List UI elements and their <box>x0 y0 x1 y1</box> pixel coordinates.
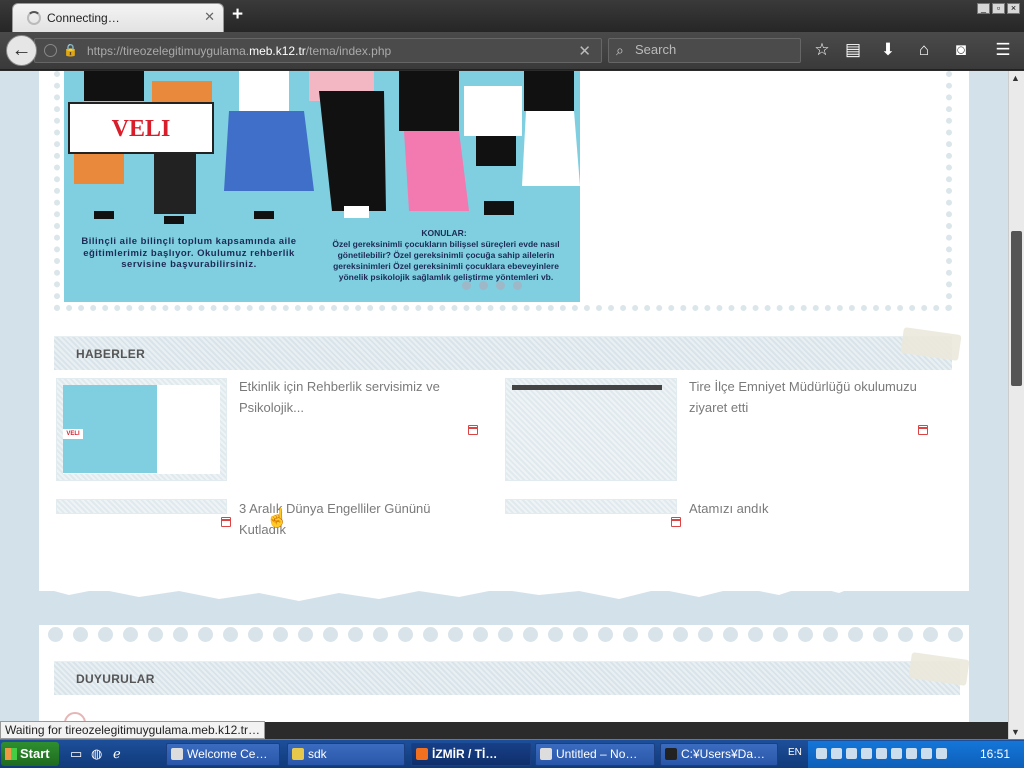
news-title-link[interactable]: Atamızı andık <box>689 498 889 519</box>
news-thumbnail[interactable] <box>505 499 677 514</box>
news-thumbnail[interactable] <box>56 499 227 514</box>
scroll-down-icon[interactable]: ▼ <box>1011 727 1020 737</box>
loading-spinner-icon <box>27 11 41 25</box>
lock-warning-icon[interactable]: 🔒 <box>63 43 78 57</box>
scroll-up-icon[interactable]: ▲ <box>1011 73 1020 83</box>
calendar-icon <box>918 425 928 435</box>
nav-bar: 🔒 https://tireozelegitimuygulama.meb.k12… <box>0 32 1024 70</box>
tray-app-icon[interactable] <box>846 748 857 759</box>
new-tab-button[interactable]: + <box>232 4 243 26</box>
tab-title: Connecting… <box>47 11 120 25</box>
taskbar: Start ▭ ◍ ℯ Welcome Ce… sdk İZMİR / Tİ… … <box>0 739 1024 768</box>
windows-logo-icon <box>5 748 17 760</box>
search-icon: ⌕ <box>616 42 624 58</box>
clock[interactable]: 16:51 <box>980 747 1010 761</box>
tab-bar: Connecting… ✕ + _ ▫ × <box>0 0 1024 32</box>
announcements-section-header: DUYURULAR <box>54 652 970 695</box>
announcements-heading: DUYURULAR <box>76 672 155 686</box>
back-button[interactable]: ← <box>6 35 37 66</box>
status-text: Waiting for tireozelegitimuygulama.meb.k… <box>0 721 265 739</box>
search-input[interactable] <box>635 42 795 57</box>
network-icon[interactable] <box>921 748 932 759</box>
news-thumbnail-image <box>512 385 662 390</box>
taskbar-item[interactable]: sdk <box>287 743 405 766</box>
taskbar-item-active[interactable]: İZMİR / Tİ… <box>411 743 531 766</box>
taskbar-item[interactable]: Untitled – No… <box>535 743 655 766</box>
ie-icon[interactable]: ℯ <box>113 746 121 762</box>
window-close-button[interactable]: × <box>1007 3 1020 14</box>
scrollbar-thumb[interactable] <box>1011 231 1022 386</box>
tray-app-icon[interactable] <box>816 748 827 759</box>
page-viewport: VELI Bilinçli aile bilinçli toplum kapsa… <box>0 71 1008 722</box>
news-title-link[interactable]: Tire İlçe Emniyet Müdürlüğü okulumuzu zi… <box>689 376 939 418</box>
vertical-scrollbar[interactable]: ▲ ▼ <box>1008 71 1024 739</box>
tab-active[interactable]: Connecting… ✕ <box>12 3 224 32</box>
tray-app-icon[interactable] <box>876 748 887 759</box>
menu-icon[interactable]: ☰ <box>992 40 1014 60</box>
taskbar-item[interactable]: Welcome Ce… <box>166 743 280 766</box>
news-thumbnail-sign: VELI <box>63 429 83 439</box>
system-tray: EN 16:51 <box>788 741 1024 768</box>
window-controls: _ ▫ × <box>977 3 1020 14</box>
home-icon[interactable]: ⌂ <box>913 40 935 60</box>
news-title-link[interactable]: Etkinlik için Rehberlik servisimiz ve Ps… <box>239 376 479 418</box>
pocket-icon[interactable]: ◙ <box>950 40 972 60</box>
reading-list-icon[interactable]: ▤ <box>842 40 864 60</box>
firefox-icon[interactable]: ◍ <box>91 746 102 762</box>
poster-topics-title: KONULAR: <box>421 228 467 238</box>
language-indicator[interactable]: EN <box>788 747 802 758</box>
tray-app-icon[interactable] <box>861 748 872 759</box>
slider-poster-image[interactable]: VELI Bilinçli aile bilinçli toplum kapsa… <box>64 71 580 302</box>
calendar-icon <box>221 517 231 527</box>
tab-close-icon[interactable]: ✕ <box>204 9 215 25</box>
tray-app-icon[interactable] <box>891 748 902 759</box>
search-bar[interactable]: ⌕ <box>608 38 801 63</box>
info-icon[interactable] <box>44 44 57 57</box>
slider-dot[interactable] <box>496 281 505 290</box>
hand-cursor-icon: ☝ <box>266 508 289 528</box>
torn-paper-edge <box>39 575 969 601</box>
news-section-header: HABERLER <box>54 327 962 370</box>
minimize-button[interactable]: _ <box>977 3 990 14</box>
dotted-divider <box>39 627 969 645</box>
url-bar[interactable]: 🔒 https://tireozelegitimuygulama.meb.k12… <box>34 38 602 63</box>
tray-icons <box>816 748 947 759</box>
poster-sign: VELI <box>68 102 214 154</box>
news-thumbnail[interactable]: VELI <box>56 378 227 481</box>
tray-app-icon[interactable] <box>906 748 917 759</box>
tray-app-icon[interactable] <box>831 748 842 759</box>
news-heading: HABERLER <box>76 347 146 361</box>
restore-button[interactable]: ▫ <box>992 3 1005 14</box>
volume-icon[interactable] <box>936 748 947 759</box>
download-icon[interactable]: ⬇ <box>877 40 899 60</box>
poster-left-text: Bilinçli aile bilinçli toplum kapsamında… <box>81 236 297 270</box>
slider-dot[interactable] <box>513 281 522 290</box>
slider-dots <box>462 281 522 290</box>
calendar-icon <box>468 425 478 435</box>
taskbar-item[interactable]: C:¥Users¥Da… <box>660 743 778 766</box>
slider-dot[interactable] <box>462 281 471 290</box>
show-desktop-icon[interactable]: ▭ <box>70 746 82 762</box>
bookmark-star-icon[interactable]: ☆ <box>811 40 833 60</box>
news-thumbnail[interactable] <box>505 378 677 481</box>
url-text[interactable]: https://tireozelegitimuygulama.meb.k12.t… <box>87 44 391 58</box>
stop-loading-icon[interactable]: ✕ <box>578 42 591 60</box>
start-button[interactable]: Start <box>1 742 59 766</box>
calendar-icon <box>671 517 681 527</box>
slider-dot[interactable] <box>479 281 488 290</box>
poster-topics-text: Özel gereksinimli çocukların bilişsel sü… <box>332 239 560 282</box>
